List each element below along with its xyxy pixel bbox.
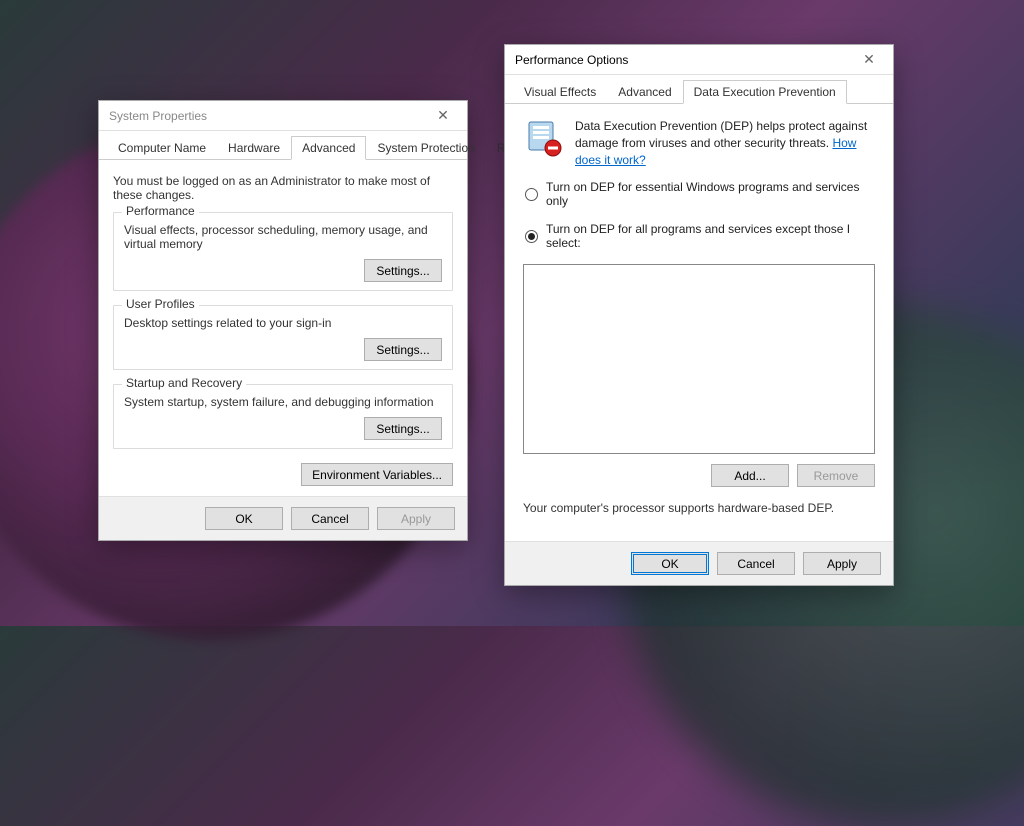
group-title: Performance: [122, 204, 199, 218]
apply-button[interactable]: Apply: [803, 552, 881, 575]
radio-label: Turn on DEP for all programs and service…: [546, 222, 875, 250]
group-startup-recovery: Startup and Recovery System startup, sys…: [113, 384, 453, 449]
admin-info-text: You must be logged on as an Administrato…: [113, 174, 453, 202]
remove-button[interactable]: Remove: [797, 464, 875, 487]
cancel-button[interactable]: Cancel: [717, 552, 795, 575]
titlebar[interactable]: System Properties ✕: [99, 101, 467, 131]
titlebar[interactable]: Performance Options ✕: [505, 45, 893, 75]
system-properties-window: System Properties ✕ Computer Name Hardwa…: [98, 100, 468, 541]
group-desc: Desktop settings related to your sign-in: [124, 316, 442, 330]
user-profiles-settings-button[interactable]: Settings...: [364, 338, 442, 361]
tab-computer-name[interactable]: Computer Name: [107, 136, 217, 160]
dep-exceptions-listbox[interactable]: [523, 264, 875, 454]
dialog-footer: OK Cancel Apply: [99, 496, 467, 540]
dialog-footer: OK Cancel Apply: [505, 541, 893, 585]
window-body: Data Execution Prevention (DEP) helps pr…: [505, 104, 893, 541]
close-icon[interactable]: ✕: [425, 104, 461, 128]
group-title: Startup and Recovery: [122, 376, 246, 390]
tab-advanced[interactable]: Advanced: [291, 136, 366, 160]
tabs-row: Computer Name Hardware Advanced System P…: [99, 131, 467, 160]
dep-status-text: Your computer's processor supports hardw…: [523, 501, 875, 515]
group-desc: Visual effects, processor scheduling, me…: [124, 223, 442, 251]
performance-settings-button[interactable]: Settings...: [364, 259, 442, 282]
dep-radio-essential[interactable]: Turn on DEP for essential Windows progra…: [525, 180, 875, 208]
ok-button[interactable]: OK: [631, 552, 709, 575]
tabs-row: Visual Effects Advanced Data Execution P…: [505, 75, 893, 104]
group-title: User Profiles: [122, 297, 199, 311]
ok-button[interactable]: OK: [205, 507, 283, 530]
close-icon[interactable]: ✕: [851, 48, 887, 72]
group-performance: Performance Visual effects, processor sc…: [113, 212, 453, 291]
radio-icon: [525, 230, 538, 243]
tab-hardware[interactable]: Hardware: [217, 136, 291, 160]
dep-shield-icon: [523, 118, 563, 158]
dep-desc-text: Data Execution Prevention (DEP) helps pr…: [575, 119, 867, 150]
environment-variables-button[interactable]: Environment Variables...: [301, 463, 453, 486]
cancel-button[interactable]: Cancel: [291, 507, 369, 530]
radio-icon: [525, 188, 538, 201]
titlebar-title: Performance Options: [515, 53, 628, 67]
tab-visual-effects[interactable]: Visual Effects: [513, 80, 607, 104]
dep-radio-all-except[interactable]: Turn on DEP for all programs and service…: [525, 222, 875, 250]
performance-options-window: Performance Options ✕ Visual Effects Adv…: [504, 44, 894, 586]
tab-system-protection[interactable]: System Protection: [366, 136, 485, 160]
startup-recovery-settings-button[interactable]: Settings...: [364, 417, 442, 440]
tab-advanced[interactable]: Advanced: [607, 80, 682, 104]
window-body: You must be logged on as an Administrato…: [99, 160, 467, 496]
group-desc: System startup, system failure, and debu…: [124, 395, 442, 409]
radio-label: Turn on DEP for essential Windows progra…: [546, 180, 875, 208]
dep-description: Data Execution Prevention (DEP) helps pr…: [575, 118, 875, 168]
group-user-profiles: User Profiles Desktop settings related t…: [113, 305, 453, 370]
tab-dep[interactable]: Data Execution Prevention: [683, 80, 847, 104]
titlebar-title: System Properties: [109, 109, 207, 123]
add-button[interactable]: Add...: [711, 464, 789, 487]
apply-button[interactable]: Apply: [377, 507, 455, 530]
